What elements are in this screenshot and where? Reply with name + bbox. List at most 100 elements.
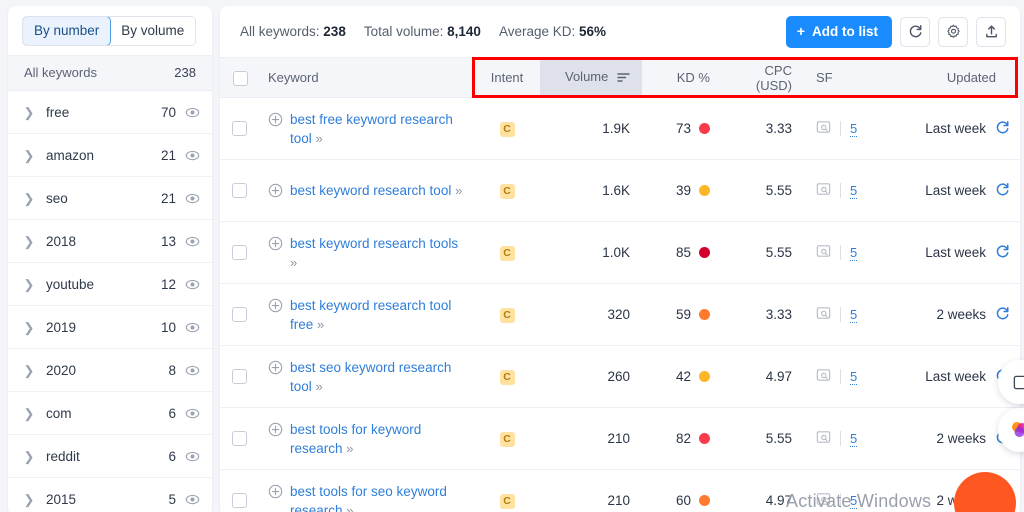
serp-features-icon[interactable] [816, 430, 831, 447]
row-checkbox[interactable] [231, 493, 247, 509]
eye-icon[interactable] [185, 105, 200, 120]
keyword-expand-chevrons[interactable]: » [346, 503, 353, 512]
eye-icon[interactable] [185, 363, 200, 378]
expand-keyword-icon[interactable] [268, 298, 283, 316]
row-checkbox[interactable] [231, 245, 247, 261]
select-all-checkbox[interactable] [233, 70, 248, 86]
keyword-link[interactable]: best free keyword research tool » [290, 110, 464, 148]
serp-features-icon[interactable] [816, 368, 831, 385]
toggle-by-number[interactable]: By number [23, 17, 112, 45]
intent-badge[interactable]: C [499, 184, 515, 199]
row-checkbox[interactable] [231, 121, 247, 137]
sf-count[interactable]: 5 [850, 493, 858, 509]
intent-badge[interactable]: C [499, 494, 515, 509]
header-updated[interactable]: Updated [876, 57, 1020, 98]
intent-badge[interactable]: C [499, 370, 515, 385]
header-intent[interactable]: Intent [474, 57, 540, 98]
table-row[interactable]: best free keyword research tool » C 1.9K 73… [220, 97, 1020, 160]
sidebar-item-2020[interactable]: ❯ 2020 8 [8, 349, 212, 392]
sidebar-item-2015[interactable]: ❯ 2015 5 [8, 478, 212, 512]
eye-icon[interactable] [185, 449, 200, 464]
keyword-expand-chevrons[interactable]: » [317, 317, 324, 332]
table-row[interactable]: best tools for keyword research » C 210 82 5… [220, 407, 1020, 470]
keyword-link[interactable]: best tools for keyword research » [290, 420, 464, 458]
keyword-expand-chevrons[interactable]: » [316, 131, 323, 146]
header-kd[interactable]: KD % [642, 57, 720, 98]
sf-count[interactable]: 5 [850, 183, 858, 199]
row-checkbox[interactable] [231, 183, 247, 199]
sidebar-item-reddit[interactable]: ❯ reddit 6 [8, 435, 212, 478]
keyword-link[interactable]: best keyword research tool free » [290, 296, 464, 334]
eye-icon[interactable] [185, 492, 200, 507]
intent-badge[interactable]: C [499, 308, 515, 323]
sidebar-item-count: 10 [160, 319, 176, 335]
keyword-link[interactable]: best seo keyword research tool » [290, 358, 464, 396]
keyword-expand-chevrons[interactable]: » [346, 441, 353, 456]
intent-badge[interactable]: C [499, 432, 515, 447]
add-to-list-button[interactable]: + Add to list [785, 15, 892, 48]
row-checkbox[interactable] [231, 307, 247, 323]
row-checkbox[interactable] [231, 431, 247, 447]
table-row[interactable]: best tools for seo keyword research » C 21… [220, 469, 1020, 512]
table-row[interactable]: best keyword research tools » C 1.0K 85 5.55… [220, 221, 1020, 284]
table-row[interactable]: best keyword research tool » C 1.6K 39 5.55 5… [220, 159, 1020, 222]
eye-icon[interactable] [185, 234, 200, 249]
serp-features-icon[interactable] [816, 492, 831, 509]
header-keyword[interactable]: Keyword [258, 57, 474, 98]
sidebar-item-com[interactable]: ❯ com 6 [8, 392, 212, 435]
eye-icon[interactable] [185, 320, 200, 335]
intent-badge[interactable]: C [499, 122, 515, 137]
settings-button[interactable] [938, 16, 968, 47]
expand-keyword-icon[interactable] [268, 360, 283, 378]
intent-badge[interactable]: C [499, 246, 515, 261]
sf-count[interactable]: 5 [850, 369, 858, 385]
eye-icon[interactable] [185, 277, 200, 292]
volume-cell: 210 [540, 407, 642, 470]
sidebar-item-seo[interactable]: ❯ seo 21 [8, 177, 212, 220]
kd-value: 85 [675, 245, 691, 260]
sf-count[interactable]: 5 [850, 431, 858, 447]
keyword-expand-chevrons[interactable]: » [455, 183, 462, 198]
table-row[interactable]: best keyword research tool free » C 320 59 3… [220, 283, 1020, 346]
sf-count[interactable]: 5 [850, 245, 858, 261]
header-volume[interactable]: Volume [540, 57, 642, 98]
sidebar-item-2018[interactable]: ❯ 2018 13 [8, 220, 212, 263]
toggle-by-volume[interactable]: By volume [110, 17, 196, 45]
sidebar-item-youtube[interactable]: ❯ youtube 12 [8, 263, 212, 306]
serp-features-icon[interactable] [816, 120, 831, 137]
keyword-expand-chevrons[interactable]: » [290, 255, 297, 270]
sf-count[interactable]: 5 [850, 121, 858, 137]
serp-features-icon[interactable] [816, 306, 831, 323]
serp-features-icon[interactable] [816, 182, 831, 199]
table-row[interactable]: best seo keyword research tool » C 260 42 4.… [220, 345, 1020, 408]
sidebar-item-amazon[interactable]: ❯ amazon 21 [8, 134, 212, 177]
update-refresh-icon[interactable] [995, 244, 1010, 262]
update-refresh-icon[interactable] [995, 306, 1010, 324]
expand-keyword-icon[interactable] [268, 236, 283, 254]
expand-keyword-icon[interactable] [268, 422, 283, 440]
sf-count[interactable]: 5 [850, 307, 858, 323]
export-button[interactable] [976, 16, 1006, 47]
cpc-cell: 4.97 [720, 469, 802, 512]
keyword-link[interactable]: best keyword research tools » [290, 234, 464, 272]
refresh-button[interactable] [900, 16, 930, 47]
expand-keyword-icon[interactable] [268, 112, 283, 130]
keyword-link[interactable]: best tools for seo keyword research » [290, 482, 464, 512]
header-cpc[interactable]: CPC (USD) [720, 57, 802, 98]
header-sf[interactable]: SF [802, 57, 876, 98]
eye-icon[interactable] [185, 191, 200, 206]
eye-icon[interactable] [185, 148, 200, 163]
keyword-expand-chevrons[interactable]: » [316, 379, 323, 394]
expand-keyword-icon[interactable] [268, 484, 283, 502]
row-checkbox[interactable] [231, 369, 247, 385]
kd-difficulty-dot [699, 309, 710, 320]
expand-keyword-icon[interactable] [268, 183, 283, 201]
sidebar-all-keywords-row[interactable]: All keywords 238 [8, 55, 212, 91]
sidebar-item-2019[interactable]: ❯ 2019 10 [8, 306, 212, 349]
sidebar-item-free[interactable]: ❯ free 70 [8, 91, 212, 134]
update-refresh-icon[interactable] [995, 182, 1010, 200]
serp-features-icon[interactable] [816, 244, 831, 261]
keyword-link[interactable]: best keyword research tool » [290, 181, 462, 200]
eye-icon[interactable] [185, 406, 200, 421]
update-refresh-icon[interactable] [995, 120, 1010, 138]
